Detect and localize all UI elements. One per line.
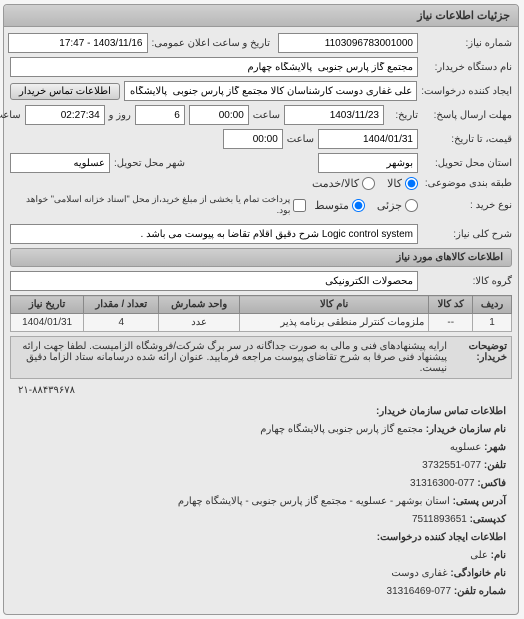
cell-idx: 1	[474, 314, 513, 332]
radio-medium-input[interactable]	[353, 199, 366, 212]
requester-field[interactable]	[125, 81, 418, 101]
radio-goods[interactable]: کالا	[388, 177, 419, 190]
payment-checkbox-input[interactable]	[294, 199, 307, 212]
goods-group-field[interactable]	[11, 271, 419, 291]
radio-small-label: جزئی	[378, 199, 403, 212]
table-row[interactable]: 1 -- ملزومات کنترلر منطقی برنامه پذیر عد…	[12, 314, 513, 332]
name-value: علی	[471, 550, 489, 561]
col-date: تاریخ نیاز	[12, 296, 85, 314]
radio-service-label: کالا/خدمت	[313, 177, 360, 190]
deadline-time-label: ساعت	[254, 110, 281, 121]
col-row: ردیف	[474, 296, 513, 314]
radio-goods-input[interactable]	[406, 177, 419, 190]
payment-checkbox[interactable]: پرداخت تمام یا بخشی از مبلغ خرید،از محل …	[11, 194, 307, 216]
buyer-notes-box: توضیحات خریدار: ارایه پیشنهادهای فنی و م…	[11, 336, 513, 379]
cell-code: --	[430, 314, 474, 332]
days-remaining-field[interactable]	[136, 105, 186, 125]
panel-body: شماره نیاز: تاریخ و ساعت اعلان عمومی: نا…	[5, 27, 519, 614]
time-remaining-field[interactable]	[26, 105, 106, 125]
radio-small[interactable]: جزئی	[378, 199, 419, 212]
province-label: استان محل تحویل:	[423, 158, 513, 169]
radio-medium[interactable]: متوسط	[315, 199, 366, 212]
payment-note: پرداخت تمام یا بخشی از مبلغ خرید،از محل …	[11, 194, 291, 216]
announcement-label: تاریخ و ساعت اعلان عمومی:	[153, 38, 272, 49]
desc-title-field[interactable]	[11, 224, 419, 244]
city-label: شهر محل تحویل:	[115, 158, 186, 169]
postal-value: استان بوشهر - عسلویه - مجتمع گاز پارس جن…	[179, 496, 451, 507]
fax-label: فاکس:	[478, 478, 507, 489]
tel-value: 077-31316469	[388, 586, 453, 597]
contact-info-button[interactable]: اطلاعات تماس خریدار	[11, 83, 121, 100]
col-unit: واحد شمارش	[160, 296, 241, 314]
col-code: کد کالا	[430, 296, 474, 314]
lastname-value: غفاری دوست	[392, 568, 448, 579]
postal-label: آدرس پستی:	[454, 496, 507, 507]
org-value: مجتمع گاز پارس جنوبی پالایشگاه چهارم	[261, 424, 424, 435]
radio-service[interactable]: کالا/خدمت	[313, 177, 376, 190]
col-qty: تعداد / مقدار	[85, 296, 160, 314]
deadline-date-field[interactable]	[285, 105, 385, 125]
tel-label: شماره تلفن:	[455, 586, 507, 597]
type-radio-group: جزئی متوسط	[315, 199, 419, 212]
radio-goods-label: کالا	[388, 177, 403, 190]
contact-section-title: اطلاعات تماس سازمان خریدار:	[377, 406, 507, 417]
city2-label: شهر:	[485, 442, 507, 453]
days-label: روز و	[110, 110, 132, 121]
radio-medium-label: متوسط	[315, 199, 350, 212]
panel-title: جزئیات اطلاعات نیاز	[5, 5, 519, 27]
cell-unit: عدد	[160, 314, 241, 332]
request-number-label: شماره نیاز:	[423, 38, 513, 49]
type-label: نوع خرید :	[423, 200, 513, 211]
requester-title: اطلاعات ایجاد کننده درخواست:	[378, 532, 507, 543]
request-number-field[interactable]	[279, 33, 419, 53]
goods-section-title: اطلاعات کالاهای مورد نیاز	[11, 248, 513, 267]
phone-value: 077-3732551	[423, 460, 482, 471]
requester-label: ایجاد کننده درخواست:	[422, 86, 513, 97]
phone-label: تلفن:	[485, 460, 507, 471]
org-label: نام سازمان خریدار:	[427, 424, 507, 435]
buyer-notes-text: ارایه پیشنهادهای فنی و مالی به صورت جداگ…	[16, 341, 448, 374]
cell-name: ملزومات کنترلر منطقی برنامه پذیر	[240, 314, 429, 332]
postcode-label: کدپستی:	[471, 514, 507, 525]
desc-title-label: شرح کلی نیاز:	[423, 229, 513, 240]
radio-service-input[interactable]	[363, 177, 376, 190]
price-time-field[interactable]	[224, 129, 284, 149]
remaining-label: ساعت باقی مانده	[0, 110, 22, 121]
goods-group-label: گروه کالا:	[423, 276, 513, 287]
deadline-label: مهلت ارسال پاسخ:	[423, 110, 513, 121]
deadline-time-field[interactable]	[190, 105, 250, 125]
contact-info-block: اطلاعات تماس سازمان خریدار: نام سازمان خ…	[11, 398, 513, 608]
city2-value: عسلویه	[451, 442, 483, 453]
buyer-org-field[interactable]	[11, 57, 419, 77]
contact-number: ۲۱-۸۸۴۳۹۶۷۸	[11, 383, 513, 398]
postcode-value: 7511893651	[413, 514, 468, 525]
radio-small-input[interactable]	[406, 199, 419, 212]
details-panel: جزئیات اطلاعات نیاز شماره نیاز: تاریخ و …	[4, 4, 520, 615]
goods-table: ردیف کد کالا نام کالا واحد شمارش تعداد /…	[11, 295, 513, 332]
cell-date: 1404/01/31	[12, 314, 85, 332]
price-date-field[interactable]	[319, 129, 419, 149]
announcement-datetime-field[interactable]	[9, 33, 149, 53]
buyer-org-label: نام دستگاه خریدار:	[423, 62, 513, 73]
budget-radio-group: کالا کالا/خدمت	[313, 177, 419, 190]
fax-value: 077-31316300	[411, 478, 476, 489]
col-name: نام کالا	[240, 296, 429, 314]
price-label: قیمت، تا تاریخ:	[423, 134, 513, 145]
province-field[interactable]	[319, 153, 419, 173]
lastname-label: نام خانوادگی:	[451, 568, 507, 579]
buyer-notes-label: توضیحات خریدار:	[448, 341, 508, 374]
price-time-label: ساعت	[288, 134, 315, 145]
name-label: نام:	[492, 550, 507, 561]
city-field[interactable]	[11, 153, 111, 173]
budget-label: طبقه بندی موضوعی:	[423, 178, 513, 189]
cell-qty: 4	[85, 314, 160, 332]
